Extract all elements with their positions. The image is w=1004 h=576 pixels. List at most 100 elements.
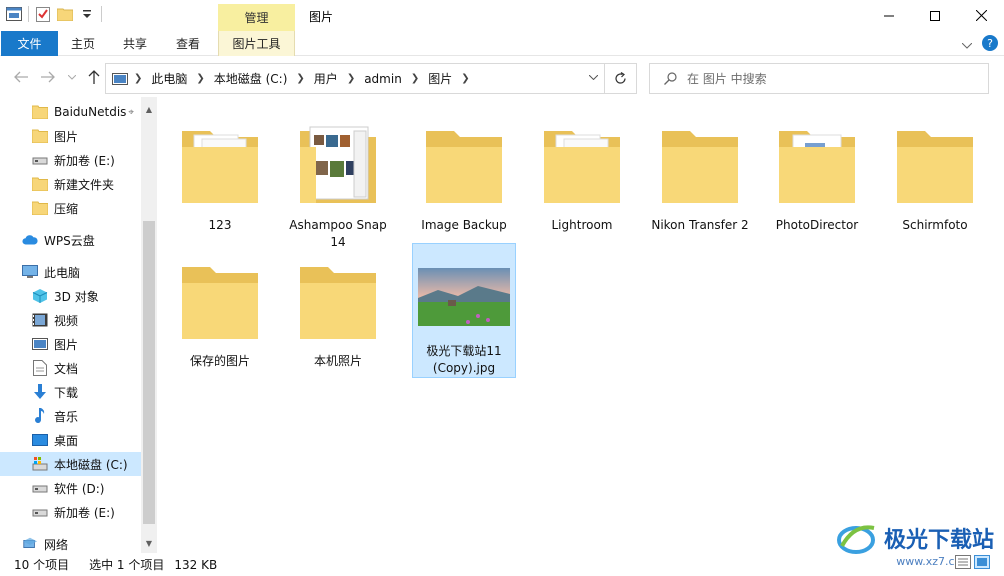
nav-item-label: 新加卷 (E:)	[54, 153, 115, 168]
nav-item-wps-cloud[interactable]: WPS云盘	[0, 228, 141, 252]
selection-count: 选中 1 个项目	[89, 558, 165, 572]
scrollbar-thumb[interactable]	[143, 221, 155, 524]
large-icons-view-icon[interactable]	[974, 555, 990, 572]
breadcrumb-chevron-icon[interactable]: ❯	[347, 73, 355, 84]
nav-item-label: 软件 (D:)	[54, 481, 105, 496]
forward-button[interactable]	[40, 69, 56, 85]
nav-item-baidunetdisk[interactable]: BaiduNetdis ⌖	[0, 100, 141, 124]
search-placeholder: 在 图片 中搜索	[687, 72, 767, 86]
nav-item-label: 本地磁盘 (C:)	[54, 457, 128, 472]
breadcrumb-chevron-icon[interactable]: ❯	[196, 73, 204, 84]
back-button[interactable]	[13, 69, 29, 85]
folder-camera-roll[interactable]: 本机照片	[286, 243, 390, 378]
file-name: PhotoDirector	[775, 218, 859, 232]
breadcrumb-pictures[interactable]: 图片	[428, 70, 452, 87]
details-view-icon[interactable]	[955, 555, 971, 572]
nav-item-label: 下载	[54, 385, 79, 400]
expand-ribbon-icon[interactable]	[961, 38, 973, 52]
nav-item-network[interactable]: 网络	[0, 532, 141, 553]
folder-icon	[172, 117, 268, 213]
folder-nikon-transfer-2[interactable]: Nikon Transfer 2	[648, 107, 752, 242]
watermark-logo-icon	[836, 525, 875, 554]
tab-file[interactable]: 文件	[1, 31, 58, 56]
desktop-icon	[32, 432, 48, 448]
download-icon	[32, 384, 48, 400]
minimize-button[interactable]	[866, 0, 912, 31]
folder-123[interactable]: 123	[168, 107, 272, 242]
folder-icon	[290, 253, 386, 349]
breadcrumb-chevron-icon[interactable]: ❯	[411, 73, 419, 84]
nav-item-volume-e-quick[interactable]: 新加卷 (E:)	[0, 148, 141, 172]
nav-item-3d-objects[interactable]: 3D 对象	[0, 284, 141, 308]
nav-item-pictures[interactable]: 图片	[0, 332, 141, 356]
selection-size: 132 KB	[174, 557, 218, 572]
window-icon[interactable]	[6, 6, 22, 22]
folder-saved-pictures[interactable]: 保存的图片	[168, 243, 272, 378]
nav-item-this-pc[interactable]: 此电脑	[0, 260, 141, 284]
nav-item-software-d[interactable]: 软件 (D:)	[0, 476, 141, 500]
close-button[interactable]	[958, 0, 1004, 31]
nav-item-label: 音乐	[54, 409, 79, 424]
nav-item-label: BaiduNetdis	[54, 105, 127, 119]
scroll-up-icon[interactable]: ▲	[141, 101, 157, 117]
tab-picture-tools[interactable]: 图片工具	[218, 31, 295, 56]
new-folder-icon[interactable]	[57, 6, 73, 22]
breadcrumb-admin[interactable]: admin	[364, 72, 402, 86]
file-name: Schirmfoto	[902, 218, 968, 232]
tab-share[interactable]: 共享	[110, 31, 160, 56]
breadcrumb-chevron-icon[interactable]: ❯	[134, 73, 142, 84]
nav-item-compress[interactable]: 压缩	[0, 196, 141, 220]
image-file-jpg[interactable]: 极光下载站11 (Copy).jpg	[412, 243, 516, 378]
folder-lightroom[interactable]: Lightroom	[530, 107, 634, 242]
address-dropdown-icon[interactable]	[588, 73, 599, 83]
nav-item-videos[interactable]: 视频	[0, 308, 141, 332]
nav-item-pictures-quick[interactable]: 图片	[0, 124, 141, 148]
nav-item-music[interactable]: 音乐	[0, 404, 141, 428]
nav-item-volume-e[interactable]: 新加卷 (E:)	[0, 500, 141, 524]
breadcrumb-local-disk[interactable]: 本地磁盘 (C:)	[214, 70, 288, 87]
pin-icon: ⌖	[128, 106, 135, 118]
folder-ashampoo-snap-14[interactable]: Ashampoo Snap 14	[286, 107, 390, 249]
breadcrumb-chevron-icon[interactable]: ❯	[296, 73, 304, 84]
recent-locations-button[interactable]	[64, 69, 80, 85]
pictures-location-icon	[112, 72, 128, 85]
address-bar[interactable]: ❯ 此电脑 ❯ 本地磁盘 (C:) ❯ 用户 ❯ admin ❯ 图片 ❯	[105, 63, 605, 94]
nav-item-documents[interactable]: 文档	[0, 356, 141, 380]
nav-item-downloads[interactable]: 下载	[0, 380, 141, 404]
nav-scrollbar[interactable]: ▲ ▼	[141, 97, 157, 553]
folder-icon	[416, 117, 512, 213]
folder-icon	[887, 117, 983, 213]
nav-item-new-folder[interactable]: 新建文件夹	[0, 172, 141, 196]
nav-item-label: 压缩	[54, 201, 79, 216]
folder-icon	[32, 128, 48, 144]
customize-dropdown-icon[interactable]	[79, 6, 95, 22]
file-list: 123 Ashampoo Snap 14 Image Backup Lightroom…	[158, 97, 1004, 553]
item-count: 10 个项目	[14, 558, 70, 572]
file-name: Nikon Transfer 2	[651, 218, 749, 232]
folder-schirmfoto[interactable]: Schirmfoto	[883, 107, 987, 242]
tab-view[interactable]: 查看	[163, 31, 213, 56]
system-drive-icon	[32, 456, 48, 472]
folder-icon	[172, 253, 268, 349]
tab-home[interactable]: 主页	[58, 31, 108, 56]
properties-icon[interactable]	[35, 6, 51, 22]
breadcrumb-users[interactable]: 用户	[314, 70, 338, 87]
breadcrumb-chevron-icon[interactable]: ❯	[461, 73, 469, 84]
help-icon[interactable]: ?	[982, 35, 998, 54]
title-bar: 管理 图片	[0, 0, 1004, 31]
context-tab-group-label: 管理	[218, 4, 295, 31]
folder-photodirector[interactable]: PhotoDirector	[765, 107, 869, 242]
folder-image-backup[interactable]: Image Backup	[412, 107, 516, 242]
drive-icon	[32, 480, 48, 496]
folder-icon	[769, 117, 865, 213]
search-box[interactable]: 在 图片 中搜索	[649, 63, 989, 94]
ribbon-tabs: 文件 主页 共享 查看 图片工具 ?	[0, 31, 1004, 56]
scroll-down-icon[interactable]: ▼	[141, 535, 157, 551]
breadcrumb-this-pc[interactable]: 此电脑	[151, 70, 187, 87]
nav-item-desktop[interactable]: 桌面	[0, 428, 141, 452]
up-button[interactable]	[86, 69, 102, 85]
maximize-button[interactable]	[912, 0, 958, 31]
refresh-button[interactable]	[605, 63, 637, 94]
nav-item-local-disk-c[interactable]: 本地磁盘 (C:)	[0, 452, 141, 476]
folder-icon	[534, 117, 630, 213]
